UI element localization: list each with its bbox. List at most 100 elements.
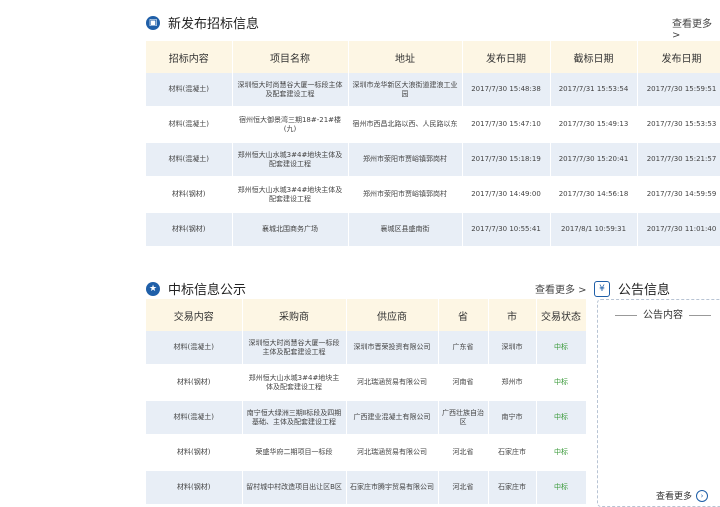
bidding-cell[interactable]: 宿州恒大御景湾三期18#-21#楼(九) (232, 107, 349, 143)
bidding-col-header: 截标日期 (550, 41, 638, 73)
winning-table-header: 交易内容 采购商 供应商省市交易状态 (146, 299, 587, 331)
bidding-table-row[interactable]: 材料(钢材) 郑州恒大山水城3#4#地块主体及配套建设工程 郑州市荥阳市贾峪镇郭岗村… (146, 177, 720, 213)
bidding-col-header: 招标内容 (146, 41, 233, 73)
bidding-cell: 2017/7/30 14:59:59 (637, 177, 720, 213)
winning-cell: 郑州市 (488, 365, 537, 401)
winning-table-row[interactable]: 材料(钢材) 荣盛华府二期项目一标段 河北瑞涵贸易有限公司 河北省 石家庄市 中标 (146, 435, 587, 471)
winning-cell: 中标 (536, 331, 587, 366)
bidding-cell: 2017/8/1 10:59:31 (550, 212, 638, 248)
bidding-section-title: 新发布招标信息 (168, 17, 260, 32)
winning-cell: 深圳市晋荣投资有限公司 (346, 331, 439, 366)
bidding-cell: 2017/7/30 15:59:51 (637, 73, 720, 108)
winning-cell: 南宁市 (488, 400, 537, 436)
bidding-cell: 2017/7/30 14:49:00 (462, 177, 551, 213)
notice-more-label: 查看更多 (656, 492, 693, 502)
notice-section-title: 公告信息 (618, 283, 671, 298)
winning-cell: 石家庄市 (488, 435, 537, 471)
winning-cell: 材料(钢材) (146, 470, 243, 506)
winning-cell: 广西建业混凝土有限公司 (346, 400, 439, 436)
bidding-cell: 2017/7/30 10:55:41 (462, 212, 551, 248)
winning-cell: 石家庄市腾宇贸易有限公司 (346, 470, 439, 506)
bidding-cell[interactable]: 郑州恒大山水城3#4#地块主体及配套建设工程 (232, 142, 349, 178)
winning-cell: 河北省 (438, 435, 489, 471)
bidding-cell: 材料(混凝土) (146, 73, 233, 108)
bidding-cell: 2017/7/31 15:53:54 (550, 73, 638, 108)
bidding-cell: 郑州市荥阳市贾峪镇郭岗村 (348, 177, 463, 213)
winning-table-row[interactable]: 材料(钢材) 郑州恒大山水城3#4#地块主体及配套建设工程 河北瑞涵贸易有限公司 河南… (146, 365, 587, 401)
winning-cell[interactable]: 深圳恒大时尚慧谷大厦一标段主体及配套建设工程 (242, 331, 347, 366)
winning-col-header: 市 (488, 299, 537, 331)
winning-col-header: 供应商 (346, 299, 439, 331)
winning-cell[interactable]: 郑州恒大山水城3#4#地块主体及配套建设工程 (242, 365, 347, 401)
bidding-table-row[interactable]: 材料(钢材) 襄城北围商务广场 襄城区县盛南街 2017/7/30 10:55:41 2… (146, 212, 720, 248)
winning-cell: 广西壮族自治区 (438, 400, 489, 436)
winning-cell: 材料(混凝土) (146, 331, 243, 366)
bidding-cell: 材料(钢材) (146, 212, 233, 248)
winning-cell: 河北瑞涵贸易有限公司 (346, 365, 439, 401)
bidding-col-header: 项目名称 (232, 41, 349, 73)
winning-table-row[interactable]: 材料(混凝土) 南宁恒大绿洲三期Ⅱ标段及四期基础、主体及配套建设工程 广西建业混凝土… (146, 400, 587, 436)
winning-cell: 材料(混凝土) (146, 400, 243, 436)
notice-subtitle: 公告内容 (598, 306, 720, 321)
winning-cell: 中标 (536, 365, 587, 401)
briefcase-icon: ▣ (146, 15, 160, 30)
winning-col-header: 交易内容 (146, 299, 243, 331)
winning-cell: 中标 (536, 400, 587, 436)
winning-section-header: ★ 中标信息公示 (146, 279, 246, 298)
winning-cell[interactable]: 荣盛华府二期项目一标段 (242, 435, 347, 471)
arrow-right-icon: › (696, 489, 709, 502)
winning-cell: 中标 (536, 470, 587, 506)
notice-section-header: ¥ 公告信息 (594, 279, 670, 298)
bidding-table: 招标内容 项目名称 地址 发布日期 截标日期 发布日期 材料(混凝土) 深圳恒大时尚慧谷大厦… (146, 41, 720, 248)
winning-table: 交易内容 采购商 供应商省市交易状态 材料(混凝土) 深圳恒大时尚慧谷大厦一标段主体及… (146, 299, 587, 506)
bidding-table-row[interactable]: 材料(混凝土) 郑州恒大山水城3#4#地块主体及配套建设工程 郑州市荥阳市贾峪镇郭岗… (146, 142, 720, 178)
bidding-cell: 材料(混凝土) (146, 142, 233, 178)
bidding-cell: 宿州市西昌北路以西、人民路以东 (348, 107, 463, 143)
bidding-table-header: 招标内容 项目名称 地址 发布日期 截标日期 发布日期 (146, 41, 720, 73)
bidding-col-header: 发布日期 (462, 41, 551, 73)
winning-cell: 中标 (536, 435, 587, 471)
bidding-cell: 2017/7/30 14:56:18 (550, 177, 638, 213)
winning-cell: 河北省 (438, 470, 489, 506)
winning-table-row[interactable]: 材料(混凝土) 深圳恒大时尚慧谷大厦一标段主体及配套建设工程 深圳市晋荣投资有限公司… (146, 331, 587, 366)
bidding-cell: 2017/7/30 15:20:41 (550, 142, 638, 178)
winning-cell: 广东省 (438, 331, 489, 366)
winning-cell[interactable]: 留村城中村改造项目出让区B区 (242, 470, 347, 506)
bidding-col-header: 发布日期 (637, 41, 720, 73)
winning-section-title: 中标信息公示 (168, 283, 247, 298)
bidding-more-link[interactable]: 查看更多 > (672, 15, 720, 41)
bidding-cell: 郑州市荥阳市贾峪镇郭岗村 (348, 142, 463, 178)
winning-cell: 石家庄市 (488, 470, 537, 506)
winning-table-row[interactable]: 材料(钢材) 留村城中村改造项目出让区B区 石家庄市腾宇贸易有限公司 河北省 石家庄市中… (146, 470, 587, 506)
bidding-cell: 2017/7/30 15:49:13 (550, 107, 638, 143)
notice-icon: ¥ (594, 280, 610, 297)
bidding-cell: 2017/7/30 15:47:10 (462, 107, 551, 143)
bidding-cell: 材料(钢材) (146, 177, 233, 213)
bidding-cell[interactable]: 深圳恒大时尚慧谷大厦一标段主体及配套建设工程 (232, 73, 349, 108)
winning-cell: 材料(钢材) (146, 365, 243, 401)
winning-cell[interactable]: 南宁恒大绿洲三期Ⅱ标段及四期基础、主体及配套建设工程 (242, 400, 347, 436)
winning-col-header: 交易状态 (536, 299, 587, 331)
bidding-cell: 襄城区县盛南街 (348, 212, 463, 248)
bidding-table-row[interactable]: 材料(混凝土) 深圳恒大时尚慧谷大厦一标段主体及配套建设工程 深圳市龙华新区大浪街道… (146, 73, 720, 108)
winning-cell: 材料(钢材) (146, 435, 243, 471)
winning-more-link[interactable]: 查看更多 > (535, 281, 587, 296)
bidding-cell[interactable]: 襄城北围商务广场 (232, 212, 349, 248)
award-icon: ★ (146, 281, 160, 296)
notice-more-link[interactable]: 查看更多 › (656, 489, 709, 502)
bidding-cell: 材料(混凝土) (146, 107, 233, 143)
bidding-cell[interactable]: 郑州恒大山水城3#4#地块主体及配套建设工程 (232, 177, 349, 213)
bidding-table-row[interactable]: 材料(混凝土) 宿州恒大御景湾三期18#-21#楼(九) 宿州市西昌北路以西、人民路… (146, 107, 720, 143)
winning-cell: 河南省 (438, 365, 489, 401)
bidding-cell: 2017/7/30 15:53:53 (637, 107, 720, 143)
bidding-cell: 2017/7/30 15:48:38 (462, 73, 551, 108)
winning-cell: 河北瑞涵贸易有限公司 (346, 435, 439, 471)
bidding-cell: 深圳市龙华新区大浪街道建浪工业园 (348, 73, 463, 108)
winning-cell: 深圳市 (488, 331, 537, 366)
winning-col-header: 采购商 (242, 299, 347, 331)
winning-col-header: 省 (438, 299, 489, 331)
bidding-cell: 2017/7/30 11:01:40 (637, 212, 720, 248)
bidding-cell: 2017/7/30 15:21:57 (637, 142, 720, 178)
bidding-section-header: ▣ 新发布招标信息 (146, 13, 259, 32)
bidding-col-header: 地址 (348, 41, 463, 73)
